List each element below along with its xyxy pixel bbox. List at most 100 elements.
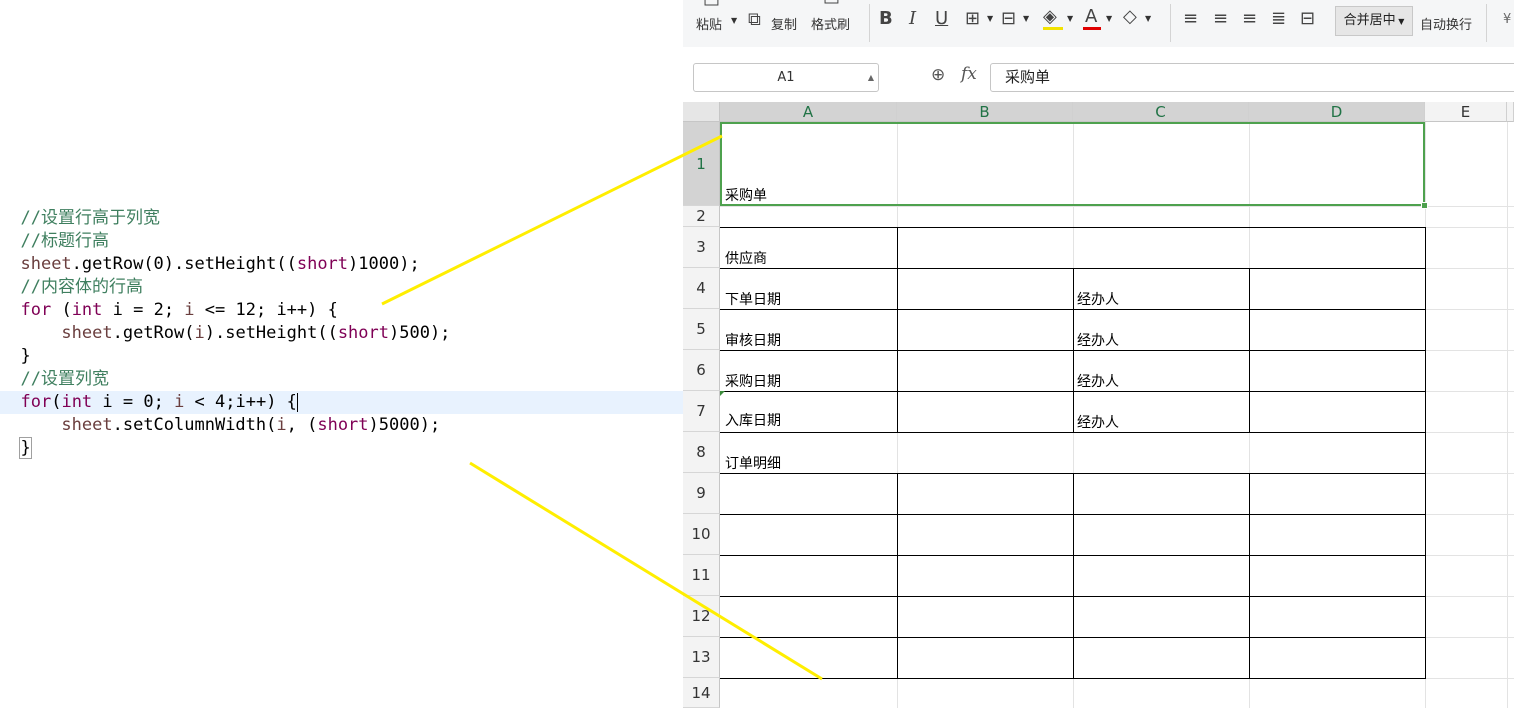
row-header-8[interactable]: 8 bbox=[683, 432, 720, 473]
code-line-comment-1: //设置行高于列宽 bbox=[0, 207, 683, 230]
code-line-comment-2: //标题行高 bbox=[0, 230, 683, 253]
code-token: i bbox=[174, 392, 185, 412]
cell-a3[interactable]: 供应商 bbox=[725, 251, 767, 267]
code-token: ( bbox=[51, 300, 72, 320]
table-border bbox=[1073, 473, 1074, 679]
fx-label[interactable]: fx bbox=[961, 64, 977, 84]
gridline bbox=[1507, 122, 1508, 708]
align-left-icon[interactable]: ≡ bbox=[1183, 9, 1198, 29]
cell-a4[interactable]: 下单日期 bbox=[725, 292, 781, 308]
paste-icon: ▭ bbox=[703, 0, 721, 12]
name-box[interactable]: A1 ▲ bbox=[693, 63, 879, 92]
cell-a8[interactable]: 订单明细 bbox=[725, 456, 781, 472]
code-token: )1000); bbox=[348, 254, 420, 274]
code-token: )500); bbox=[389, 323, 451, 343]
row-header-5[interactable]: 5 bbox=[683, 309, 720, 350]
formula-input[interactable]: 采购单 bbox=[990, 63, 1514, 92]
code-line-title-height: sheet.getRow(0).setHeight((short)1000); bbox=[0, 253, 683, 276]
cell-a5[interactable]: 审核日期 bbox=[725, 333, 781, 349]
row-header-2[interactable]: 2 bbox=[683, 206, 720, 227]
table-border bbox=[1073, 268, 1074, 433]
border-icon[interactable]: ⊞ bbox=[965, 9, 980, 29]
align-center-icon[interactable]: ≡ bbox=[1213, 9, 1228, 29]
row-header-11[interactable]: 11 bbox=[683, 555, 720, 596]
zoom-search-icon[interactable]: ⊕ bbox=[931, 65, 945, 85]
select-all-corner[interactable] bbox=[683, 102, 720, 122]
fill-color-swatch bbox=[1043, 27, 1063, 30]
ribbon-separator bbox=[869, 4, 870, 42]
underline-button[interactable]: U bbox=[935, 9, 948, 29]
selected-merged-cell-a1[interactable] bbox=[720, 122, 1425, 206]
copy-button[interactable]: 复制 bbox=[771, 14, 797, 33]
table-border bbox=[720, 227, 1425, 228]
column-header-c[interactable]: C bbox=[1073, 102, 1249, 122]
wrap-text-button[interactable]: 自动换行 bbox=[1420, 14, 1472, 33]
row-header-13[interactable]: 13 bbox=[683, 637, 720, 678]
currency-icon[interactable]: ¥ bbox=[1503, 12, 1511, 27]
column-header-d[interactable]: D bbox=[1249, 102, 1425, 122]
row-header-1[interactable]: 1 bbox=[683, 122, 720, 206]
row-header-9[interactable]: 9 bbox=[683, 473, 720, 514]
gridline bbox=[720, 206, 1514, 207]
format-painter-icon: ▭ bbox=[823, 0, 840, 10]
code-keyword: for bbox=[20, 392, 52, 412]
code-editor[interactable]: //设置行高于列宽 //标题行高 sheet.getRow(0).setHeig… bbox=[0, 0, 683, 708]
name-box-value: A1 bbox=[777, 70, 795, 85]
row-header-7[interactable]: 7 bbox=[683, 391, 720, 432]
cell-a7[interactable]: 入库日期 bbox=[725, 413, 781, 429]
row-header-14[interactable]: 14 bbox=[683, 678, 720, 708]
cell-grid[interactable]: A B C D E 1 2 3 4 5 6 7 8 9 10 11 12 13 … bbox=[683, 102, 1514, 708]
row-header-3[interactable]: 3 bbox=[683, 227, 720, 268]
cell-c4[interactable]: 经办人 bbox=[1077, 292, 1119, 308]
row-header-6[interactable]: 6 bbox=[683, 350, 720, 391]
code-token: .getRow( bbox=[112, 323, 195, 343]
column-header-f[interactable] bbox=[1507, 102, 1514, 122]
code-line-set-col-width: sheet.setColumnWidth(i, (short)5000); bbox=[0, 414, 683, 437]
format-painter-button[interactable]: 格式刷 bbox=[811, 14, 850, 33]
chevron-down-icon[interactable]: ▼ bbox=[1145, 14, 1151, 23]
row-header-12[interactable]: 12 bbox=[683, 596, 720, 637]
formula-bar: A1 ▲ ⊕ fx 采购单 bbox=[683, 47, 1514, 102]
chevron-down-icon[interactable]: ▼ bbox=[1023, 14, 1029, 23]
bold-button[interactable]: B bbox=[879, 9, 893, 29]
code-token: i bbox=[276, 415, 287, 435]
code-token: )5000); bbox=[368, 415, 441, 435]
column-header-a[interactable]: A bbox=[720, 102, 897, 122]
code-token: ).setHeight(( bbox=[204, 323, 338, 343]
code-token: , ( bbox=[286, 415, 318, 435]
code-keyword: short bbox=[296, 254, 349, 274]
comment-indicator bbox=[720, 391, 725, 396]
paste-button[interactable]: 粘贴 bbox=[696, 14, 722, 33]
chevron-down-icon[interactable]: ▲ bbox=[868, 64, 874, 91]
fill-color-icon[interactable]: ◈ bbox=[1043, 7, 1057, 27]
ribbon-toolbar: ▭ 粘贴 ▼ ⧉ 复制 ▭ 格式刷 B I U ⊞ ▼ ⊟ ▼ ◈ ▼ A ▼ … bbox=[683, 0, 1514, 48]
cell-a6[interactable]: 采购日期 bbox=[725, 374, 781, 390]
justify-icon[interactable]: ≣ bbox=[1271, 9, 1286, 29]
eraser-icon[interactable]: ◇ bbox=[1123, 7, 1137, 27]
chevron-down-icon[interactable]: ▼ bbox=[1106, 14, 1112, 23]
row-header-4[interactable]: 4 bbox=[683, 268, 720, 309]
merge-center-button[interactable]: 合并居中 ▼ bbox=[1335, 6, 1413, 36]
align-right-icon[interactable]: ≡ bbox=[1242, 9, 1257, 29]
cell-c6[interactable]: 经办人 bbox=[1077, 374, 1119, 390]
code-token: .getRow(0).setHeight(( bbox=[71, 254, 297, 274]
cell-style-icon[interactable]: ⊟ bbox=[1001, 9, 1016, 29]
chevron-down-icon[interactable]: ▼ bbox=[1067, 14, 1073, 23]
code-token: ( bbox=[51, 392, 62, 412]
chevron-down-icon[interactable]: ▼ bbox=[731, 16, 737, 25]
cell-c5[interactable]: 经办人 bbox=[1077, 333, 1119, 349]
italic-button[interactable]: I bbox=[909, 9, 916, 29]
code-token: i bbox=[194, 323, 205, 343]
code-keyword: short bbox=[317, 415, 369, 435]
distribute-icon[interactable]: ⊟ bbox=[1300, 9, 1315, 29]
fill-handle[interactable] bbox=[1421, 202, 1428, 209]
code-token: <= 12; bbox=[194, 300, 277, 320]
copy-icon: ⧉ bbox=[748, 9, 761, 30]
row-header-10[interactable]: 10 bbox=[683, 514, 720, 555]
code-token: < 4; bbox=[184, 392, 236, 412]
column-header-e[interactable]: E bbox=[1425, 102, 1507, 122]
cell-c7[interactable]: 经办人 bbox=[1077, 415, 1119, 431]
font-color-button[interactable]: A bbox=[1085, 7, 1097, 27]
column-header-b[interactable]: B bbox=[897, 102, 1073, 122]
chevron-down-icon[interactable]: ▼ bbox=[987, 14, 993, 23]
